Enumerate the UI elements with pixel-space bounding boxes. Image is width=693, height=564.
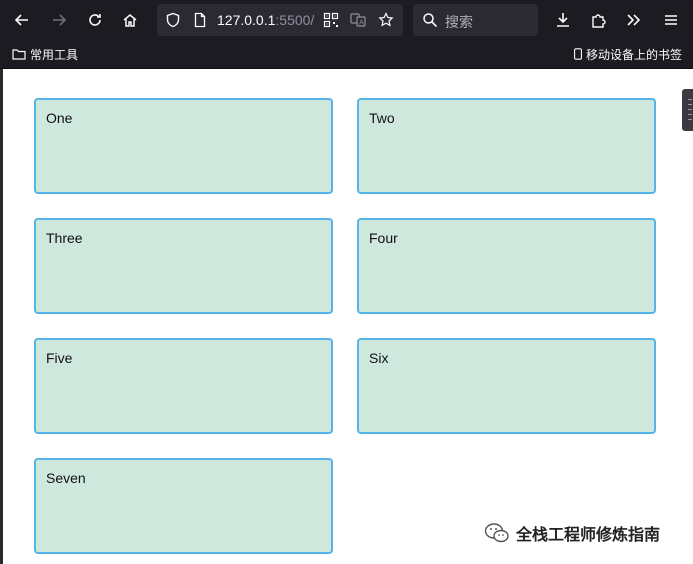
search-bar[interactable]: 搜索 [413, 4, 538, 36]
card-label: Five [46, 350, 73, 366]
home-icon [123, 14, 137, 27]
bookmark-folder-label: 常用工具 [30, 47, 79, 62]
back-button[interactable] [8, 6, 36, 34]
card-label: Three [46, 230, 83, 246]
qr-code-icon[interactable] [323, 12, 339, 28]
page-icon[interactable] [192, 12, 208, 28]
double-chevron-icon [627, 14, 641, 26]
bookmark-folder-tools[interactable]: 常用工具 [12, 46, 78, 62]
grid-card-two: Two [357, 98, 656, 194]
svg-text:A: A [359, 19, 364, 27]
reload-icon [89, 14, 101, 26]
puzzle-icon [592, 14, 606, 28]
mobile-bookmarks[interactable]: 移动设备上的书签 [572, 46, 682, 62]
scrollbar-thumb[interactable] [682, 89, 693, 131]
extensions-button[interactable] [585, 6, 613, 34]
translate-icon[interactable]: A [350, 12, 366, 28]
address-bar[interactable]: 127.0.0.1:5500/ A [157, 4, 403, 36]
mobile-bookmarks-label: 移动设备上的书签 [586, 47, 683, 62]
download-icon [557, 13, 569, 27]
hamburger-icon [665, 15, 677, 25]
grid-card-five: Five [34, 338, 333, 434]
card-label: One [46, 110, 73, 126]
forward-button[interactable] [45, 6, 73, 34]
search-icon [423, 13, 438, 28]
card-label: Two [369, 110, 395, 126]
grid-card-seven: Seven [34, 458, 333, 554]
overflow-button[interactable] [620, 6, 648, 34]
grid-card-four: Four [357, 218, 656, 314]
back-arrow-icon [14, 14, 28, 26]
downloads-button[interactable] [549, 6, 577, 34]
shield-icon[interactable] [165, 12, 181, 28]
watermark: 全栈工程师修炼指南 [484, 520, 660, 546]
folder-icon [12, 49, 26, 60]
grid-card-six: Six [357, 338, 656, 434]
bookmarks-bar: 常用工具 移动设备上的书签 [0, 40, 693, 69]
mobile-device-icon [574, 48, 582, 60]
menu-button[interactable] [657, 6, 685, 34]
reload-button[interactable] [81, 6, 109, 34]
card-label: Six [369, 350, 389, 366]
url-text[interactable]: 127.0.0.1:5500/ [217, 12, 330, 28]
forward-arrow-icon [53, 14, 67, 26]
search-placeholder: 搜索 [445, 15, 473, 31]
home-button[interactable] [116, 6, 144, 34]
grid-card-three: Three [34, 218, 333, 314]
watermark-text: 全栈工程师修炼指南 [516, 525, 661, 544]
card-label: Four [369, 230, 398, 246]
browser-toolbar: 127.0.0.1:5500/ A 搜索 [0, 0, 693, 40]
star-bookmark-icon[interactable] [378, 12, 394, 28]
grid-card-one: One [34, 98, 333, 194]
wechat-icon [484, 523, 509, 543]
card-label: Seven [46, 470, 86, 486]
